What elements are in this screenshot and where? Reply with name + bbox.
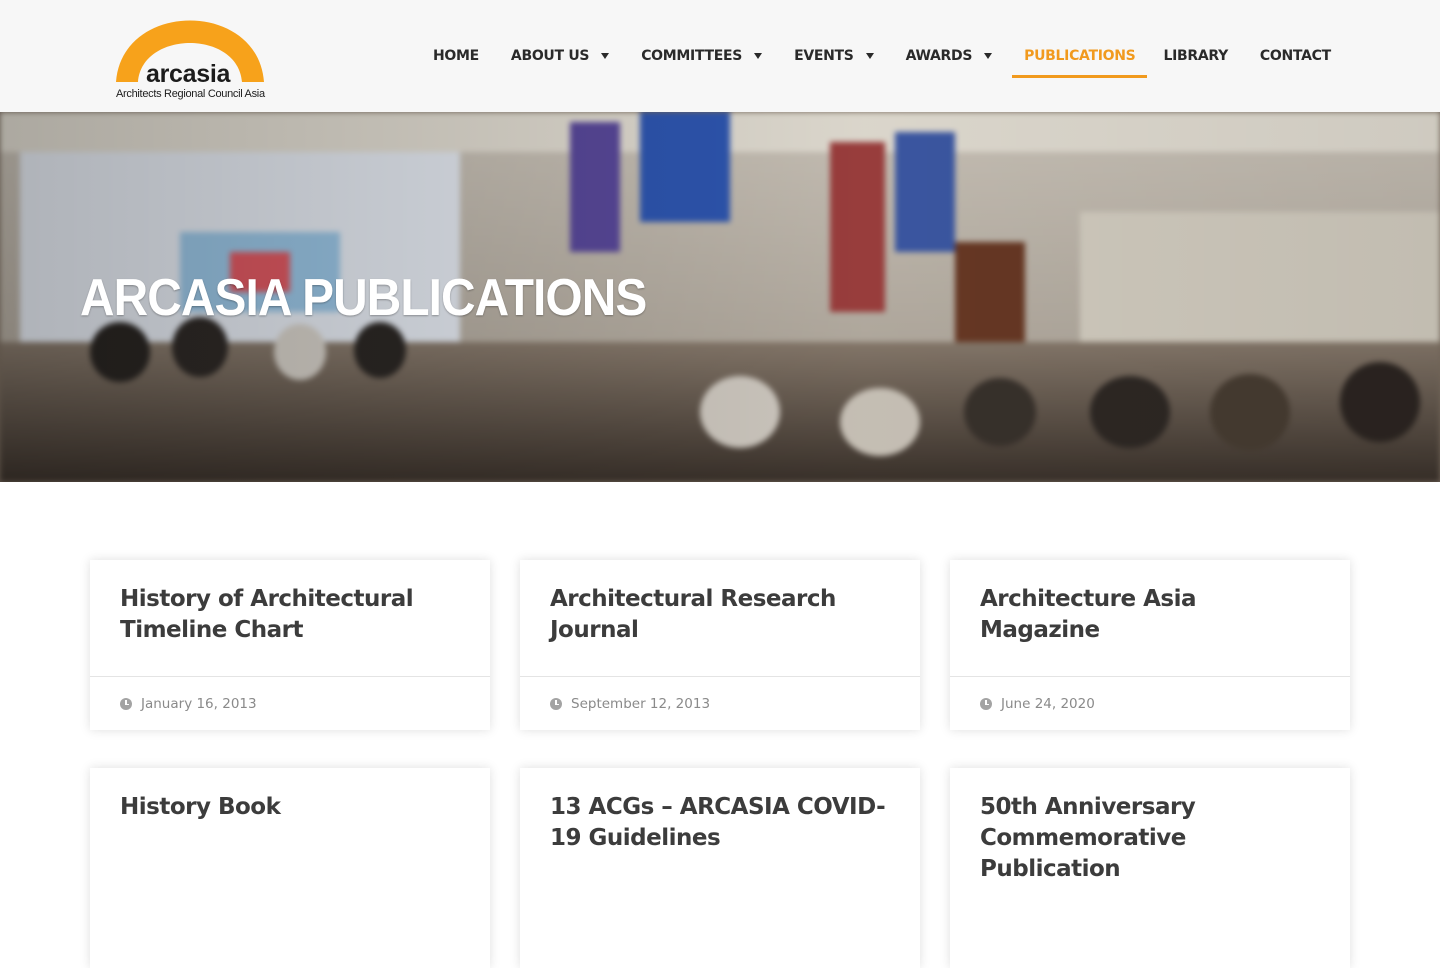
clock-icon — [120, 697, 132, 710]
card-meta: June 24, 2020 — [950, 676, 1350, 730]
nav-publications[interactable]: PUBLICATIONS — [1012, 36, 1148, 78]
nav-contact[interactable]: CONTACT — [1244, 36, 1347, 76]
publication-title[interactable]: History of Architectural Timeline Chart — [120, 584, 460, 646]
nav-contact-label: CONTACT — [1259, 48, 1331, 64]
publication-title[interactable]: History Book — [120, 792, 460, 823]
caret-down-icon[interactable] — [601, 53, 610, 59]
nav-publications-label: PUBLICATIONS — [1024, 48, 1136, 64]
publications-grid: History of Architectural Timeline Chart … — [90, 560, 1350, 968]
nav-awards[interactable]: AWARDS — [890, 36, 1009, 76]
publication-card[interactable]: History Book — [90, 768, 490, 968]
logo-tagline: Architects Regional Council Asia — [116, 88, 265, 100]
nav-home[interactable]: HOME — [417, 36, 495, 76]
publication-title[interactable]: Architecture Asia Magazine — [980, 584, 1320, 646]
caret-down-icon[interactable] — [984, 53, 993, 59]
card-body: Architectural Research Journal — [520, 560, 920, 676]
nav-home-label: HOME — [433, 48, 479, 64]
main-nav: HOME ABOUT US COMMITTEES EVENTS AWARDS P… — [417, 36, 1347, 78]
site-logo[interactable]: arcasia Architects Regional Council Asia — [112, 8, 270, 104]
publication-card[interactable]: History of Architectural Timeline Chart … — [90, 560, 490, 730]
site-header: arcasia Architects Regional Council Asia… — [0, 0, 1440, 112]
publication-title[interactable]: Architectural Research Journal — [550, 584, 890, 646]
card-body: History of Architectural Timeline Chart — [90, 560, 490, 676]
publication-card[interactable]: Architectural Research Journal September… — [520, 560, 920, 730]
publication-card[interactable]: 50th Anniversary Commemorative Publicati… — [950, 768, 1350, 968]
publication-card[interactable]: 13 ACGs – ARCASIA COVID-19 Guidelines — [520, 768, 920, 968]
publication-title[interactable]: 50th Anniversary Commemorative Publicati… — [980, 792, 1320, 885]
nav-events[interactable]: EVENTS — [778, 36, 890, 76]
card-body: 13 ACGs – ARCASIA COVID-19 Guidelines — [520, 768, 920, 884]
caret-down-icon[interactable] — [865, 53, 874, 59]
card-meta: January 16, 2013 — [90, 676, 490, 730]
nav-about-us-label: ABOUT US — [510, 48, 590, 64]
publication-date: September 12, 2013 — [571, 695, 711, 712]
publication-date: June 24, 2020 — [1001, 695, 1095, 712]
nav-awards-label: AWARDS — [905, 48, 973, 64]
nav-about-us[interactable]: ABOUT US — [495, 36, 625, 76]
card-body: Architecture Asia Magazine — [950, 560, 1350, 676]
nav-library[interactable]: LIBRARY — [1147, 36, 1243, 76]
publication-date: January 16, 2013 — [141, 695, 257, 712]
page-title: ARCASIA PUBLICATIONS — [80, 269, 647, 327]
caret-down-icon[interactable] — [754, 53, 763, 59]
nav-committees-label: COMMITTEES — [641, 48, 743, 64]
clock-icon — [980, 697, 992, 710]
nav-library-label: LIBRARY — [1163, 48, 1228, 64]
nav-committees[interactable]: COMMITTEES — [625, 36, 778, 76]
card-body: 50th Anniversary Commemorative Publicati… — [950, 768, 1350, 884]
publication-title[interactable]: 13 ACGs – ARCASIA COVID-19 Guidelines — [550, 792, 890, 854]
hero-banner: ARCASIA PUBLICATIONS — [0, 112, 1440, 482]
publication-card[interactable]: Architecture Asia Magazine June 24, 2020 — [950, 560, 1350, 730]
nav-events-label: EVENTS — [794, 48, 854, 64]
logo-wordmark: arcasia — [146, 60, 231, 88]
card-meta: September 12, 2013 — [520, 676, 920, 730]
card-body: History Book — [90, 768, 490, 884]
clock-icon — [550, 697, 562, 710]
